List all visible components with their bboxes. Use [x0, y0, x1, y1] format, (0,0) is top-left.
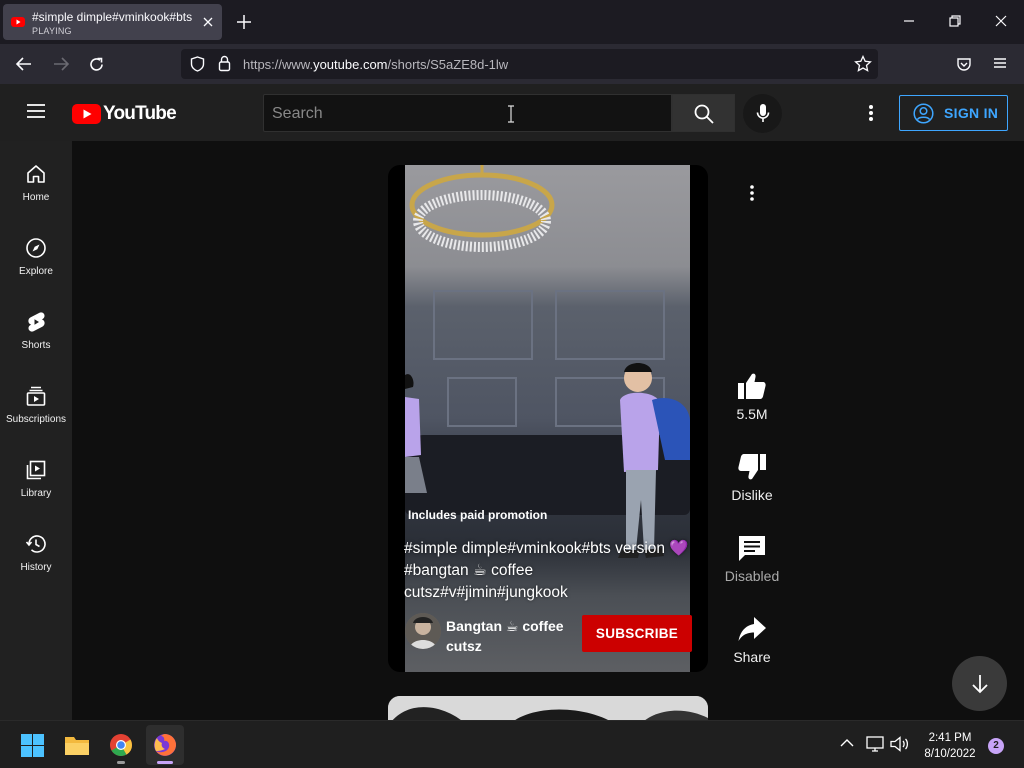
channel-avatar[interactable]	[405, 613, 441, 649]
home-icon	[25, 163, 47, 185]
subscribe-label: SUBSCRIBE	[595, 626, 679, 641]
short-more-options-icon[interactable]	[746, 184, 758, 202]
sidebar-item-home[interactable]: Home	[0, 163, 72, 237]
sidebar-item-label: Shorts	[21, 340, 51, 351]
minimize-window-button[interactable]	[902, 14, 916, 28]
chrome-running-indicator	[117, 761, 125, 764]
sidebar-item-history[interactable]: History	[0, 533, 72, 607]
shorts-video-player[interactable]: Includes paid promotion #simple dimple#v…	[388, 165, 708, 672]
new-tab-button[interactable]	[236, 14, 252, 30]
network-icon[interactable]	[866, 736, 884, 752]
clock-time: 2:41 PM	[928, 732, 972, 744]
sign-in-button[interactable]: SIGN IN	[899, 95, 1008, 131]
arrow-down-icon	[970, 673, 990, 694]
youtube-logo-text: YouTube	[103, 103, 177, 124]
account-circle-icon	[913, 103, 934, 124]
restore-window-button[interactable]	[948, 14, 962, 28]
hamburger-menu-icon[interactable]	[26, 103, 46, 119]
url-text: https://www.youtube.com/shorts/S5aZE8d-1…	[243, 57, 509, 72]
thumbs-down-icon	[737, 453, 767, 481]
search-placeholder: Search	[272, 105, 323, 122]
firefox-taskbar-button[interactable]	[146, 725, 184, 765]
comments-disabled-label: Disabled	[724, 568, 780, 584]
browser-tab-strip: #simple dimple#vminkook#bts PLAYING	[0, 0, 1024, 44]
microphone-icon	[756, 103, 770, 124]
browser-menu-icon[interactable]	[993, 57, 1007, 69]
bookmark-star-icon[interactable]	[854, 55, 872, 73]
youtube-favicon-icon	[11, 17, 25, 27]
youtube-logo[interactable]: YouTube	[72, 102, 177, 124]
tracking-protection-shield-icon[interactable]	[190, 56, 205, 72]
mini-guide-sidebar: Home Explore Shorts Subscriptions Librar…	[0, 141, 72, 720]
wall-panel	[555, 290, 665, 360]
youtube-header: YouTube Search SIGN IN	[0, 84, 1024, 141]
thumbs-up-icon	[737, 372, 767, 400]
tab-title: #simple dimple#vminkook#bts	[32, 10, 193, 24]
compass-icon	[25, 237, 47, 259]
sidebar-item-subscriptions[interactable]: Subscriptions	[0, 385, 72, 459]
share-arrow-icon	[737, 615, 767, 643]
wall-panel	[447, 377, 517, 427]
chrome-icon[interactable]	[109, 733, 133, 757]
sign-in-label: SIGN IN	[944, 105, 999, 121]
search-input[interactable]: Search	[263, 94, 672, 132]
tab-close-icon[interactable]	[201, 15, 215, 29]
firefox-active-indicator	[157, 761, 173, 764]
history-icon	[25, 533, 47, 555]
like-count: 5.5M	[736, 406, 768, 422]
browser-navigation-bar: https://www.youtube.com/shorts/S5aZE8d-1…	[0, 44, 1024, 84]
taskbar-clock[interactable]: 2:41 PM 8/10/2022	[916, 730, 984, 762]
short-title: #simple dimple#vminkook#bts version 💜 #b…	[404, 540, 689, 601]
forward-arrow-icon[interactable]	[52, 56, 70, 72]
chandelier-decoration	[407, 165, 557, 265]
voice-search-button[interactable]	[743, 94, 782, 133]
share-label: Share	[733, 649, 771, 665]
subscribe-button[interactable]: SUBSCRIBE	[582, 615, 692, 652]
person-figure	[405, 365, 445, 495]
windows-taskbar: 2:41 PM 8/10/2022 2	[0, 720, 1024, 768]
youtube-play-logo-icon	[72, 104, 101, 124]
address-bar[interactable]: https://www.youtube.com/shorts/S5aZE8d-1…	[181, 49, 878, 79]
tab-playing-label: PLAYING	[32, 26, 72, 36]
chevron-up-icon[interactable]	[840, 738, 854, 748]
sidebar-item-label: Explore	[19, 266, 53, 277]
firefox-icon	[153, 733, 177, 757]
sidebar-item-shorts[interactable]: Shorts	[0, 311, 72, 385]
browser-tab-active[interactable]: #simple dimple#vminkook#bts PLAYING	[3, 4, 222, 40]
sidebar-item-label: Home	[22, 192, 50, 203]
search-icon	[694, 104, 714, 124]
back-arrow-icon[interactable]	[15, 56, 33, 72]
clock-date: 8/10/2022	[924, 748, 976, 760]
dislike-label: Dislike	[731, 487, 773, 503]
settings-more-icon[interactable]	[868, 104, 874, 122]
sidebar-item-label: Library	[20, 488, 52, 499]
sidebar-item-library[interactable]: Library	[0, 459, 72, 533]
comment-icon	[737, 534, 767, 562]
wall-panel	[433, 290, 533, 360]
search-button[interactable]	[672, 94, 735, 132]
channel-name[interactable]: Bangtan ☕ coffee cutsz	[446, 616, 576, 656]
lock-icon[interactable]	[218, 55, 231, 72]
subscriptions-icon	[25, 385, 47, 407]
file-explorer-icon[interactable]	[64, 734, 90, 756]
volume-icon[interactable]	[890, 736, 910, 752]
sidebar-item-explore[interactable]: Explore	[0, 237, 72, 311]
sidebar-item-label: History	[20, 562, 52, 573]
paid-promotion-label: Includes paid promotion	[408, 508, 548, 522]
library-icon	[25, 459, 47, 481]
windows-start-icon[interactable]	[21, 734, 44, 757]
close-window-button[interactable]	[994, 14, 1008, 28]
text-cursor-icon	[506, 105, 516, 123]
notification-badge[interactable]: 2	[988, 738, 1004, 754]
pocket-icon[interactable]	[956, 56, 972, 72]
reload-icon[interactable]	[88, 56, 105, 73]
sidebar-item-label: Subscriptions	[5, 414, 67, 425]
next-short-button[interactable]	[952, 656, 1007, 711]
shorts-icon	[25, 311, 47, 333]
